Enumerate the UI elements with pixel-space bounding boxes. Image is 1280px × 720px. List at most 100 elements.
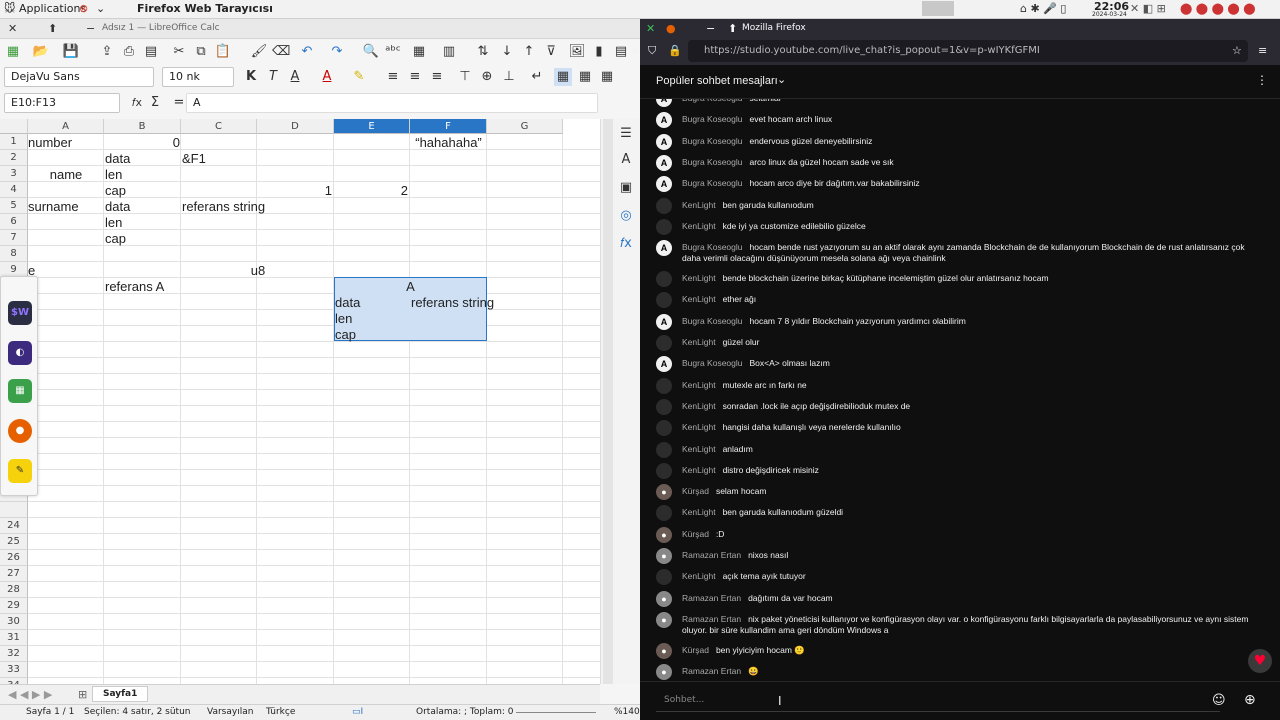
align-right-icon[interactable]: ≡ (428, 68, 446, 86)
cell-F11[interactable]: referans string (411, 295, 494, 311)
align-middle-icon[interactable]: ⊕ (478, 68, 496, 86)
row-header[interactable]: 25 (0, 534, 28, 550)
chat-author[interactable]: KenLight (682, 571, 716, 581)
url-text[interactable]: https://studio.youtube.com/live_chat?is_… (704, 45, 1040, 56)
row-header[interactable]: 29 (0, 598, 28, 614)
row-header[interactable]: 30 (0, 614, 28, 630)
cell-B10[interactable]: referans A (105, 279, 164, 295)
avatar[interactable]: A (656, 112, 672, 129)
function-wizard-icon[interactable]: 𝑓x (128, 94, 146, 112)
avatar[interactable]: A (656, 356, 672, 373)
chat-author[interactable]: KenLight (682, 422, 716, 432)
cell-D4[interactable]: 1 (258, 183, 332, 199)
cell-E13[interactable]: cap (335, 327, 356, 343)
column-header-c[interactable]: C (181, 119, 257, 134)
avatar[interactable]: ● (656, 611, 672, 628)
avatar[interactable] (656, 462, 672, 479)
undo-icon[interactable]: ↶ (298, 43, 316, 61)
find-icon[interactable]: 🔍 (362, 43, 380, 61)
row-header[interactable]: 33 (0, 662, 28, 678)
chat-author[interactable]: KenLight (682, 337, 716, 347)
chat-author[interactable]: Ramazan Ertan (682, 614, 741, 624)
avatar[interactable] (656, 569, 672, 586)
column-header-f[interactable]: F (410, 119, 487, 134)
chat-author[interactable]: Bugra Koseoglu (682, 358, 743, 368)
row-icon[interactable]: ▦ (410, 43, 428, 61)
row-header[interactable]: 4 (0, 182, 28, 198)
sort-desc-icon[interactable]: ↑ (520, 43, 538, 61)
italic-icon[interactable]: T (264, 68, 282, 86)
chat-author[interactable]: KenLight (682, 294, 716, 304)
avatar[interactable]: A (656, 176, 672, 193)
zoom-slider[interactable] (516, 712, 596, 713)
avatar[interactable]: ● (656, 484, 672, 501)
nav-arrows-icon[interactable]: ◀ ◀ ▶ ▶ (8, 688, 52, 701)
chat-author[interactable]: KenLight (682, 200, 716, 210)
avatar[interactable]: ● (656, 526, 672, 543)
row-header[interactable]: 2 (0, 150, 28, 166)
styles-icon[interactable]: A (617, 151, 635, 169)
row-header[interactable]: 8 (0, 246, 28, 262)
cell-E11[interactable]: data (335, 295, 360, 311)
chat-author[interactable]: Bugra Koseoglu (682, 316, 743, 326)
new-icon[interactable]: ▦ (4, 43, 22, 61)
chat-author[interactable]: KenLight (682, 380, 716, 390)
chat-author[interactable]: Bugra Koseoglu (682, 99, 743, 103)
image-icon[interactable]: 🖼 (568, 43, 586, 61)
minimize-icon[interactable]: − (86, 22, 95, 35)
avatar[interactable] (656, 218, 672, 235)
column-header-d[interactable]: D (257, 119, 334, 134)
apps-icon[interactable]: 🐭 (4, 2, 15, 15)
redo-icon[interactable]: ↷ (328, 43, 346, 61)
avatar[interactable] (656, 377, 672, 394)
column-header-g[interactable]: G (487, 119, 563, 134)
close-icon[interactable]: ✕ (646, 22, 655, 35)
sort-asc-icon[interactable]: ↓ (498, 43, 516, 61)
shield-icon[interactable]: ⛉ (648, 44, 656, 58)
row-header[interactable]: 5 (0, 198, 28, 214)
avatar[interactable] (656, 420, 672, 437)
unmerge-icon[interactable]: ▦ (598, 68, 616, 86)
lock-icon[interactable]: 🔒 (668, 44, 682, 57)
heart-reaction-icon[interactable]: ♥ (1248, 649, 1272, 673)
column-header-e[interactable]: E (334, 119, 410, 134)
chat-author[interactable]: Ramazan Ertan (682, 550, 741, 560)
cell-B4[interactable]: cap (105, 183, 126, 199)
avatar[interactable] (656, 292, 672, 309)
emoji-icon[interactable]: ☺ (1212, 693, 1226, 708)
row-header[interactable]: 24 (0, 518, 28, 534)
chat-author[interactable]: Bugra Koseoglu (682, 178, 743, 188)
navigator-icon[interactable]: ◎ (617, 207, 635, 225)
avatar[interactable]: A (656, 133, 672, 150)
notes-icon[interactable]: ✎ (8, 459, 32, 483)
avatar[interactable] (656, 271, 672, 288)
cell-E4[interactable]: 2 (334, 183, 408, 199)
vertical-scrollbar[interactable] (603, 119, 613, 684)
cell-C9[interactable]: u8 (182, 263, 334, 279)
row-header[interactable]: 31 (0, 630, 28, 646)
maximize-icon[interactable]: ⬆ (48, 22, 57, 35)
chat-author[interactable]: Bugra Koseoglu (682, 114, 743, 124)
chat-author[interactable]: KenLight (682, 465, 716, 475)
add-sheet-icon[interactable]: ⊞ (78, 688, 87, 701)
preview-icon[interactable]: ▤ (142, 43, 160, 61)
close-icon[interactable]: ✕ (8, 22, 17, 35)
workspace-switcher[interactable] (922, 1, 954, 16)
chat-mode-selector[interactable]: Popüler sohbet mesajları (656, 75, 778, 87)
row-header[interactable]: 32 (0, 646, 28, 662)
chat-author[interactable]: Kürşad (682, 645, 709, 655)
avatar[interactable]: A (656, 99, 672, 107)
chevron-down-icon[interactable]: ⌄ (96, 2, 105, 15)
sort-icon[interactable]: ⇅ (474, 43, 492, 61)
cell-E12[interactable]: len (335, 311, 352, 327)
chat-author[interactable]: Ramazan Ertan (682, 593, 741, 603)
cell-A5[interactable]: surname (28, 199, 79, 215)
chat-author[interactable]: KenLight (682, 401, 716, 411)
chat-author[interactable]: KenLight (682, 273, 716, 283)
cell-E10[interactable]: A (334, 279, 487, 295)
align-center-icon[interactable]: ≡ (406, 68, 424, 86)
row-header[interactable]: 26 (0, 550, 28, 566)
avatar[interactable]: ● (656, 590, 672, 607)
sum-icon[interactable]: Σ (146, 94, 164, 112)
chat-author[interactable]: Kürşad (682, 486, 709, 496)
